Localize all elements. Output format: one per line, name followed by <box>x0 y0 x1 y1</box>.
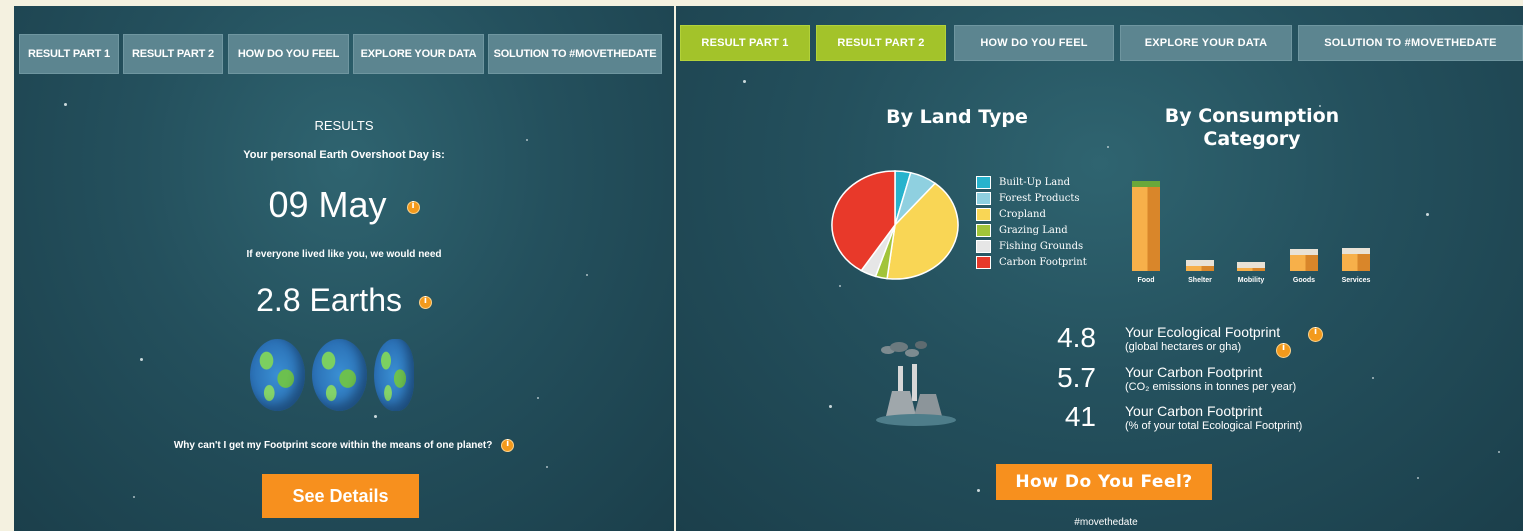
info-icon[interactable] <box>406 200 420 214</box>
stat-value: 41 <box>1064 401 1096 432</box>
tab-explore-your-data[interactable]: EXPLORE YOUR DATA <box>1120 25 1292 61</box>
see-details-button[interactable]: See Details <box>262 474 419 518</box>
consumption-bar-food <box>1132 181 1160 271</box>
earth-icon <box>250 339 305 411</box>
legend-swatch <box>976 224 991 237</box>
earths-label: If everyone lived like you, we would nee… <box>246 249 442 260</box>
stat-value: 5.7 <box>1057 362 1096 393</box>
consumption-bar-label: Goods <box>1292 277 1316 284</box>
tab-explore-your-data[interactable]: EXPLORE YOUR DATA <box>353 34 484 74</box>
tab-how-do-you-feel[interactable]: HOW DO YOU FEEL <box>954 25 1114 61</box>
power-plant-icon <box>876 341 956 426</box>
tab-solution-move-the-date[interactable]: SOLUTION TO #MOVETHEDATE <box>488 34 662 74</box>
legend-swatch <box>976 208 991 221</box>
legend-swatch <box>976 192 991 205</box>
overshoot-date: 09 May <box>268 184 387 225</box>
legend-label: Built-Up Land <box>999 177 1071 188</box>
land-type-heading: By Land Type <box>886 106 1028 128</box>
info-icon[interactable] <box>501 439 515 452</box>
consumption-bar-label: Mobility <box>1237 277 1265 284</box>
consumption-heading-line2: Category <box>1203 128 1301 150</box>
footprint-question: Why can't I get my Footprint score withi… <box>173 440 493 452</box>
tab-solution-move-the-date[interactable]: SOLUTION TO #MOVETHEDATE <box>1298 25 1523 61</box>
legend-swatch <box>976 240 991 253</box>
consumption-bar-services <box>1342 247 1370 271</box>
earths-value: 2.8 Earths <box>256 282 402 318</box>
tab-result-part-1[interactable]: RESULT PART 1 <box>19 34 119 74</box>
consumption-bar-label: Shelter <box>1188 277 1212 284</box>
legend-swatch <box>976 256 991 269</box>
legend-swatch <box>976 176 991 189</box>
tab-how-do-you-feel[interactable]: HOW DO YOU FEEL <box>228 34 349 74</box>
legend-item: Fishing Grounds <box>976 240 1083 253</box>
consumption-bar-shelter <box>1186 260 1214 271</box>
stat-subtitle: (% of your total Ecological Footprint) <box>1125 420 1303 432</box>
stat-title: Your Carbon Footprint <box>1125 403 1263 419</box>
legend-label: Fishing Grounds <box>999 241 1084 252</box>
legend-item: Built-Up Land <box>976 176 1070 189</box>
legend-label: Cropland <box>999 209 1046 220</box>
overshoot-label: Your personal Earth Overshoot Day is: <box>243 149 445 161</box>
legend-label: Grazing Land <box>999 225 1068 236</box>
earth-partial-icon <box>374 339 414 411</box>
footprint-question-row: Why can't I get my Footprint score withi… <box>14 439 674 452</box>
stat-value: 4.8 <box>1057 322 1096 353</box>
earth-icon <box>312 339 367 411</box>
legend-item: Forest Products <box>976 192 1080 205</box>
consumption-bar-label: Services <box>1341 277 1371 284</box>
stat-subtitle: (CO₂ emissions in tonnes per year) <box>1125 381 1297 393</box>
tab-result-part-1[interactable]: RESULT PART 1 <box>680 25 810 61</box>
stat-title: Your Ecological Footprint <box>1125 324 1281 340</box>
hashtag-text: #movethedate <box>1074 517 1138 528</box>
legend-label: Carbon Footprint <box>999 257 1087 268</box>
land-type-pie-chart <box>831 170 959 280</box>
results-part2-panel: RESULT PART 1 RESULT PART 2 HOW DO YOU F… <box>676 6 1523 531</box>
info-icon[interactable] <box>418 296 432 310</box>
consumption-heading-line1: By Consumption <box>1164 105 1340 127</box>
stat-title: Your Carbon Footprint <box>1125 364 1263 380</box>
legend-item: Carbon Footprint <box>976 256 1087 269</box>
legend-label: Forest Products <box>999 193 1080 204</box>
results-heading: RESULTS <box>314 118 374 133</box>
consumption-heading: By Consumption Category <box>1142 105 1362 151</box>
how-do-you-feel-button[interactable]: How Do You Feel? <box>996 464 1212 500</box>
earths-value-row: 2.8 Earths <box>14 282 674 319</box>
results-part1-panel: RESULT PART 1 RESULT PART 2 HOW DO YOU F… <box>14 6 674 531</box>
legend-item: Grazing Land <box>976 224 1068 237</box>
info-icon[interactable] <box>1276 343 1291 358</box>
consumption-bar-label: Food <box>1137 277 1155 284</box>
consumption-bar-mobility <box>1237 262 1265 271</box>
tab-result-part-2[interactable]: RESULT PART 2 <box>123 34 223 74</box>
overshoot-date-row: 09 May <box>14 184 674 226</box>
info-icon[interactable] <box>1308 327 1323 342</box>
legend-item: Cropland <box>976 208 1046 221</box>
consumption-bar-goods <box>1290 249 1318 271</box>
stat-subtitle: (global hectares or gha) <box>1125 341 1242 353</box>
tab-result-part-2[interactable]: RESULT PART 2 <box>816 25 946 61</box>
